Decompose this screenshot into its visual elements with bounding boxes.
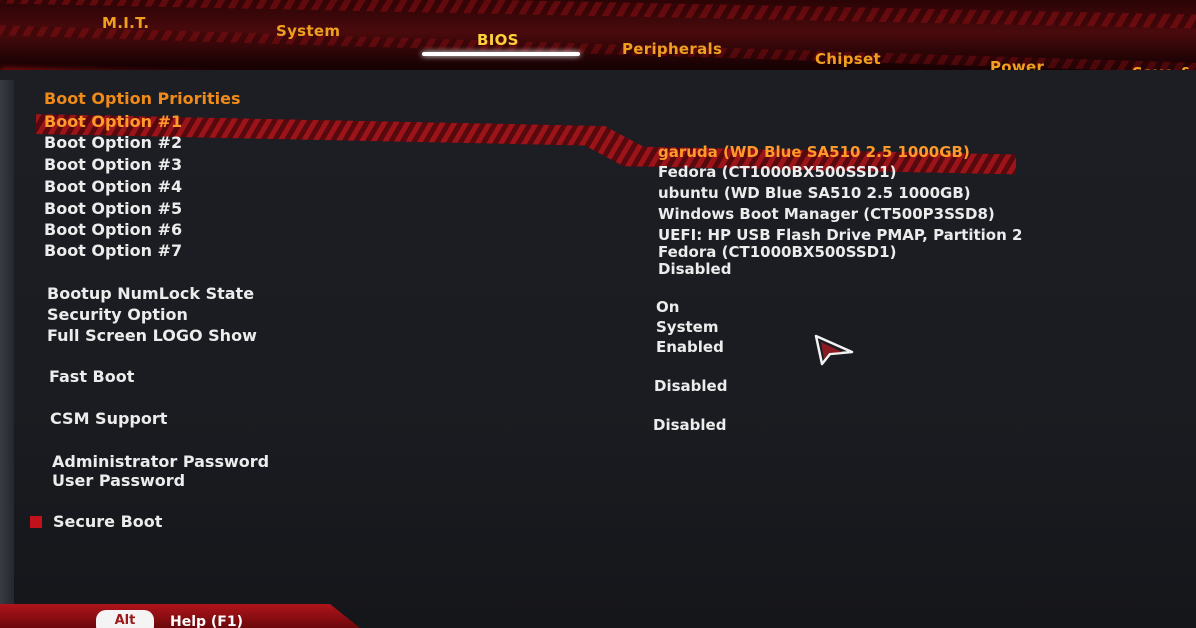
admin-password-label[interactable]: Administrator Password <box>52 452 269 471</box>
tab-bios[interactable]: BIOS <box>477 31 519 49</box>
boot-option-1-value[interactable]: garuda (WD Blue SA510 2.5 1000GB) <box>658 143 970 161</box>
alt-key-button[interactable]: Alt <box>96 610 154 628</box>
secure-boot-label[interactable]: Secure Boot <box>53 512 162 531</box>
logo-show-label[interactable]: Full Screen LOGO Show <box>47 326 257 345</box>
square-bullet-icon <box>30 516 42 528</box>
boot-option-3-label[interactable]: Boot Option #3 <box>44 155 182 174</box>
active-tab-indicator <box>422 52 580 56</box>
arrow-cursor-icon <box>814 334 854 366</box>
security-option-label[interactable]: Security Option <box>47 305 188 324</box>
csm-support-value[interactable]: Disabled <box>653 416 726 434</box>
decorative-stripe <box>0 0 1196 29</box>
help-key-label[interactable]: Help (F1) <box>170 614 243 628</box>
tab-peripherals[interactable]: Peripherals <box>622 40 722 58</box>
security-option-value[interactable]: System <box>656 318 718 336</box>
settings-panel <box>0 70 1196 628</box>
section-title: Boot Option Priorities <box>44 89 241 108</box>
tab-mit[interactable]: M.I.T. <box>102 14 149 32</box>
boot-option-2-label[interactable]: Boot Option #2 <box>44 133 182 152</box>
logo-show-value[interactable]: Enabled <box>656 338 724 356</box>
boot-option-6-label[interactable]: Boot Option #6 <box>44 220 182 239</box>
boot-option-3-value[interactable]: ubuntu (WD Blue SA510 2.5 1000GB) <box>658 184 971 202</box>
boot-option-7-label[interactable]: Boot Option #7 <box>44 241 182 260</box>
numlock-label[interactable]: Bootup NumLock State <box>47 284 254 303</box>
fast-boot-value[interactable]: Disabled <box>654 377 727 395</box>
tab-system[interactable]: System <box>276 22 340 40</box>
boot-option-7-value[interactable]: Disabled <box>658 260 731 278</box>
boot-option-2-value[interactable]: Fedora (CT1000BX500SSD1) <box>658 163 896 181</box>
boot-option-4-label[interactable]: Boot Option #4 <box>44 177 182 196</box>
panel-edge <box>0 80 14 628</box>
fast-boot-label[interactable]: Fast Boot <box>49 367 134 386</box>
boot-option-5-label[interactable]: Boot Option #5 <box>44 199 182 218</box>
tab-chipset[interactable]: Chipset <box>815 50 881 68</box>
boot-option-1-label[interactable]: Boot Option #1 <box>44 112 182 131</box>
numlock-value[interactable]: On <box>656 298 679 316</box>
boot-option-4-value[interactable]: Windows Boot Manager (CT500P3SSD8) <box>658 205 995 223</box>
csm-support-label[interactable]: CSM Support <box>50 409 167 428</box>
boot-option-5-value[interactable]: UEFI: HP USB Flash Drive PMAP, Partition… <box>658 226 1022 244</box>
user-password-label[interactable]: User Password <box>52 471 185 490</box>
boot-option-6-value[interactable]: Fedora (CT1000BX500SSD1) <box>658 243 896 261</box>
